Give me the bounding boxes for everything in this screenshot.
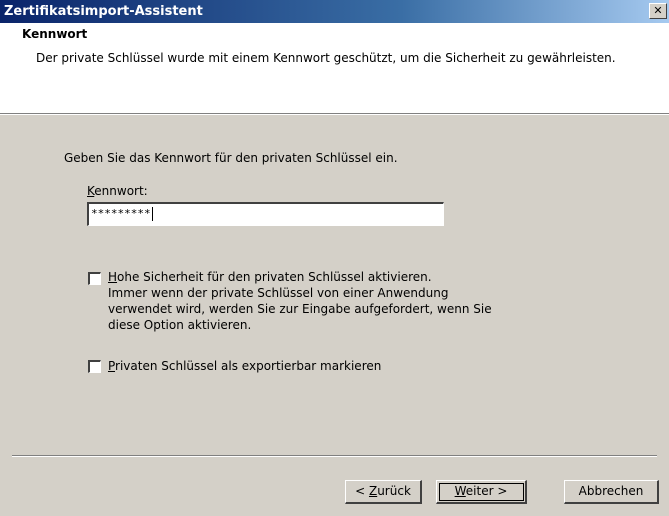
next-button[interactable]: Weiter > xyxy=(436,480,527,504)
wizard-window: Zertifikatsimport-Assistent ✕ Kennwort D… xyxy=(0,0,669,516)
page-title: Kennwort xyxy=(22,27,88,41)
text-caret xyxy=(151,207,153,221)
cancel-button[interactable]: Abbrechen xyxy=(564,480,659,504)
header-divider xyxy=(0,113,669,115)
page-description: Der private Schlüssel wurde mit einem Ke… xyxy=(36,51,616,65)
back-accelerator: Z xyxy=(368,484,378,498)
back-label: urück xyxy=(377,484,411,498)
exportable-accelerator: P xyxy=(108,359,116,373)
window-title: Zertifikatsimport-Assistent xyxy=(4,4,203,19)
high-security-checkbox[interactable] xyxy=(88,272,101,285)
exportable-label[interactable]: Privaten Schlüssel als exportierbar mark… xyxy=(108,358,381,374)
password-field[interactable]: ********* xyxy=(87,202,444,226)
high-security-accelerator: H xyxy=(108,270,118,284)
password-value: ********* xyxy=(91,207,151,220)
password-label-text: ennwort: xyxy=(94,184,148,198)
exportable-label-text: rivaten Schlüssel als exportierbar marki… xyxy=(115,359,382,373)
high-security-description: Immer wenn der private Schlüssel von ein… xyxy=(108,286,492,332)
close-icon: ✕ xyxy=(653,4,663,17)
instruction-text: Geben Sie das Kennwort für den privaten … xyxy=(64,151,398,165)
header-panel: Kennwort Der private Schlüssel wurde mit… xyxy=(0,23,669,113)
next-accelerator: W xyxy=(454,484,466,498)
close-button[interactable]: ✕ xyxy=(649,3,667,19)
exportable-checkbox[interactable] xyxy=(88,360,101,373)
high-security-label-text: ohe Sicherheit für den privaten Schlüsse… xyxy=(117,270,432,284)
back-button[interactable]: < Zurück xyxy=(345,480,422,504)
high-security-option: Hohe Sicherheit für den privaten Schlüss… xyxy=(108,269,508,333)
next-label: eiter > xyxy=(465,484,508,498)
footer-divider xyxy=(12,455,657,457)
title-bar[interactable]: Zertifikatsimport-Assistent ✕ xyxy=(0,0,669,23)
back-prefix: < xyxy=(355,484,369,498)
high-security-label[interactable]: Hohe Sicherheit für den privaten Schlüss… xyxy=(108,269,508,285)
password-label: Kennwort: xyxy=(87,184,148,198)
